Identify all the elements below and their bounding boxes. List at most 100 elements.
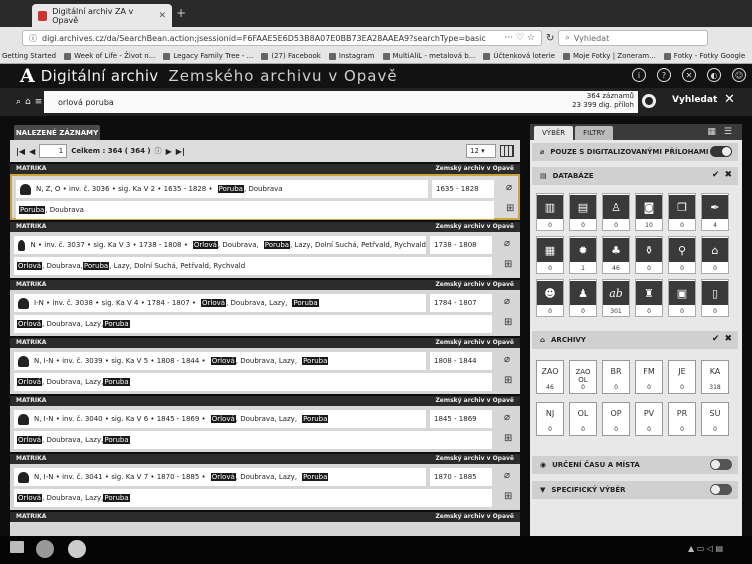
query-input[interactable]: orlová poruba 364 záznamů 23 399 dig. př…: [44, 91, 638, 113]
home-icon[interactable]: ⌂: [25, 97, 31, 107]
browser-search-input[interactable]: ⌕ Vyhledat: [558, 30, 709, 46]
archive-item[interactable]: PV 0: [635, 402, 663, 436]
archive-item[interactable]: FM 0: [635, 360, 663, 394]
database-item[interactable]: ❐ 0: [668, 193, 696, 231]
attachment-icon[interactable]: ⌀: [506, 182, 512, 193]
logo[interactable]: A: [20, 65, 35, 87]
time-place-toggle[interactable]: [710, 459, 732, 470]
database-item[interactable]: ab 301: [602, 279, 630, 317]
user-icon[interactable]: ☺: [732, 68, 746, 82]
database-item[interactable]: ✹ 1: [569, 236, 597, 274]
close-icon[interactable]: ✕: [724, 92, 735, 107]
archive-item[interactable]: SU 0: [701, 402, 729, 436]
archive-item[interactable]: NJ 0: [536, 402, 564, 436]
check-icon[interactable]: ✔: [712, 334, 720, 344]
database-item[interactable]: ⚲ 0: [668, 236, 696, 274]
folder-icon[interactable]: [10, 541, 24, 553]
per-page-select[interactable]: 12 ▾: [466, 144, 496, 158]
database-item[interactable]: ▣ 0: [668, 279, 696, 317]
list-icon[interactable]: ≡: [35, 97, 43, 107]
firefox-icon[interactable]: [36, 540, 54, 558]
archive-item[interactable]: PR 0: [668, 402, 696, 436]
list-item[interactable]: MATRIKA Zemský archiv v Opavě N, Z, O • i…: [10, 164, 520, 221]
list-item[interactable]: MATRIKA Zemský archiv v Opavě N, I-N • in…: [10, 396, 520, 453]
database-item[interactable]: ⚱ 0: [635, 236, 663, 274]
cart-icon[interactable]: ⊞: [504, 259, 512, 270]
database-item[interactable]: ♜ 0: [635, 279, 663, 317]
bookmark-item[interactable]: Fotky - Fotky Google: [663, 52, 745, 60]
bookmark-item[interactable]: Instagram: [328, 52, 375, 60]
tab-close-icon[interactable]: ✕: [158, 11, 166, 21]
cart-icon[interactable]: ⊞: [504, 317, 512, 328]
archive-item[interactable]: OL 0: [569, 402, 597, 436]
grid-view-icon[interactable]: ▦: [707, 127, 716, 137]
search-button[interactable]: Vyhledat: [672, 95, 717, 105]
database-item[interactable]: ⌂ 0: [701, 236, 729, 274]
close-icon[interactable]: ✖: [724, 334, 732, 344]
first-page-icon[interactable]: |◀: [16, 147, 25, 156]
grid-view-icon[interactable]: [500, 145, 514, 157]
specific-toggle[interactable]: [710, 484, 732, 495]
database-item[interactable]: ▦ 0: [536, 236, 564, 274]
check-icon[interactable]: ✔: [712, 170, 720, 180]
archive-item[interactable]: ZAO OL 0: [569, 360, 597, 394]
list-view-icon[interactable]: ☰: [724, 127, 732, 137]
cart-icon[interactable]: ⊞: [504, 433, 512, 444]
list-item[interactable]: MATRIKA Zemský archiv v Opavě I-N • inv. …: [10, 280, 520, 337]
attachment-icon[interactable]: ⌕: [16, 97, 21, 107]
address-bar[interactable]: ⓘ digi.archives.cz/da/SearchBean.action;…: [22, 30, 542, 46]
archive-item[interactable]: ZAO 46: [536, 360, 564, 394]
database-item[interactable]: ▥ 0: [536, 193, 564, 231]
attachment-icon[interactable]: ⌀: [504, 296, 510, 307]
attachment-icon[interactable]: ⌀: [504, 238, 510, 249]
chrome-icon[interactable]: [68, 540, 86, 558]
help-icon[interactable]: ?: [657, 68, 671, 82]
archive-item[interactable]: OP 0: [602, 402, 630, 436]
info-icon[interactable]: ⓘ: [155, 146, 162, 156]
digitized-toggle[interactable]: [710, 146, 732, 157]
tab-found-records[interactable]: NALEZENÉ ZÁZNAMY: [14, 125, 100, 140]
database-item[interactable]: ✒ 4: [701, 193, 729, 231]
page-input[interactable]: 1: [39, 144, 68, 158]
archive-item[interactable]: KA 318: [701, 360, 729, 394]
archives-header[interactable]: ⌂ ARCHIVY ✔ ✖: [532, 331, 738, 349]
database-item[interactable]: ☻ 0: [536, 279, 564, 317]
bookmark-item[interactable]: Moje Fotky | Zoneram...: [562, 52, 656, 60]
cart-icon[interactable]: ⊞: [504, 491, 512, 502]
attachment-icon[interactable]: ⌀: [504, 470, 510, 481]
tab-filters[interactable]: FILTRY: [575, 126, 614, 140]
page-actions-icon[interactable]: ··· ♡ ☆: [505, 33, 535, 43]
info-icon[interactable]: i: [632, 68, 646, 82]
bookmark-item[interactable]: Účtenková loterie: [483, 52, 555, 60]
reload-icon[interactable]: ↻: [546, 33, 554, 44]
list-item[interactable]: MATRIKA Zemský archiv v Opavě N • inv. č.…: [10, 222, 520, 279]
next-page-icon[interactable]: ▶: [166, 147, 172, 156]
accessibility-icon[interactable]: ◐: [707, 68, 721, 82]
close-icon[interactable]: ✖: [724, 170, 732, 180]
list-item[interactable]: MATRIKA Zemský archiv v Opavě N, I-N • in…: [10, 454, 520, 511]
databases-header[interactable]: ▤ DATABÁZE ✔ ✖: [532, 167, 738, 185]
database-item[interactable]: ♟ 0: [569, 279, 597, 317]
cart-icon[interactable]: ⊞: [504, 375, 512, 386]
list-item[interactable]: MATRIKA Zemský archiv v Opavě N, I-N • in…: [10, 338, 520, 395]
attachment-icon[interactable]: ⌀: [504, 354, 510, 365]
database-item[interactable]: ♣ 46: [602, 236, 630, 274]
database-item[interactable]: ▯ 0: [701, 279, 729, 317]
tools-icon[interactable]: ✕: [682, 68, 696, 82]
prev-page-icon[interactable]: ◀: [29, 147, 35, 156]
tab-selection[interactable]: VÝBĚR: [534, 126, 574, 140]
bookmark-item[interactable]: Week of Life - Život n...: [64, 52, 155, 60]
gear-icon[interactable]: [642, 94, 656, 108]
attachment-icon[interactable]: ⌀: [504, 412, 510, 423]
archive-item[interactable]: JE 0: [668, 360, 696, 394]
bookmark-item[interactable]: (27) Facebook: [261, 52, 321, 60]
last-page-icon[interactable]: ▶|: [176, 147, 185, 156]
cart-icon[interactable]: ⊞: [506, 203, 514, 214]
list-item[interactable]: MATRIKA Zemský archiv v Opavě: [10, 512, 520, 536]
bookmark-item[interactable]: Getting Started: [2, 52, 56, 60]
database-item[interactable]: ◙ 10: [635, 193, 663, 231]
bookmark-item[interactable]: MultiAliL - metalová b...: [382, 52, 475, 60]
bookmark-item[interactable]: Legacy Family Tree - ...: [163, 52, 253, 60]
database-item[interactable]: ♙ 0: [602, 193, 630, 231]
archive-item[interactable]: BR 0: [602, 360, 630, 394]
